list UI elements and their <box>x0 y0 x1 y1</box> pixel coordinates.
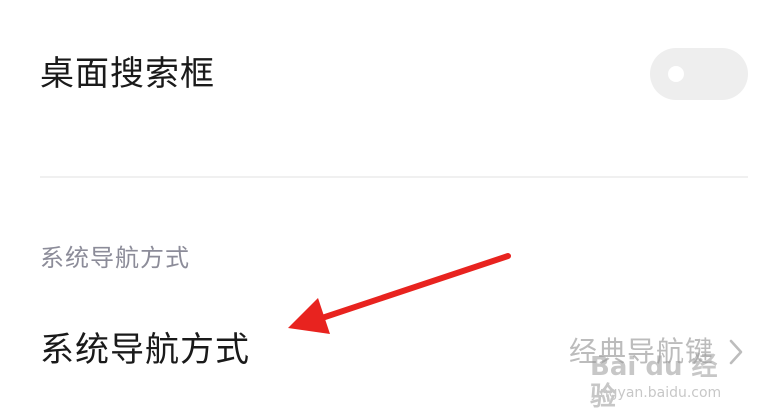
nav-mode-label: 系统导航方式 <box>40 330 250 370</box>
settings-row-desktop-search: 桌面搜索框 <box>0 28 772 120</box>
section-header-navigation: 系统导航方式 <box>40 244 190 272</box>
nav-mode-value: 经典导航键 <box>568 335 714 368</box>
desktop-search-toggle[interactable] <box>650 48 748 100</box>
divider <box>40 176 748 178</box>
toggle-knob <box>668 66 684 82</box>
chevron-right-icon <box>729 339 743 365</box>
settings-row-nav-mode[interactable]: 系统导航方式 经典导航键 <box>0 310 772 394</box>
desktop-search-label: 桌面搜索框 <box>40 54 215 94</box>
